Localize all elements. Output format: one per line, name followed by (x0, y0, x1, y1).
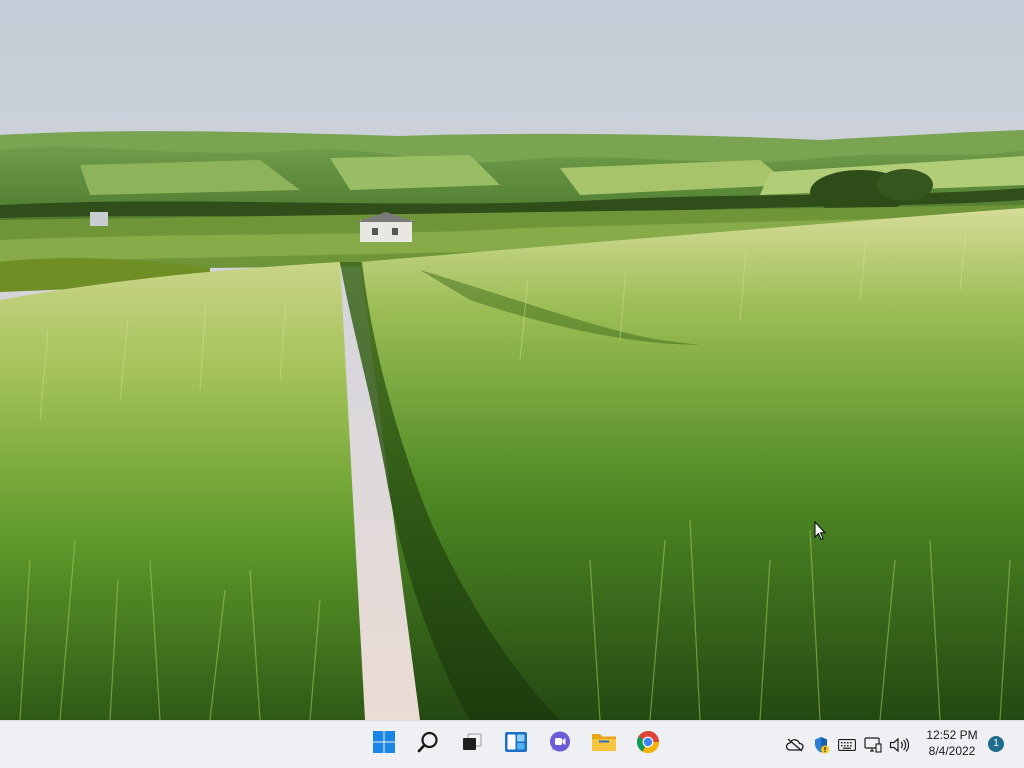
taskbar-pinned-apps (362, 721, 670, 768)
teams-chat-icon (548, 730, 572, 759)
onedrive-offline-icon[interactable] (782, 730, 808, 760)
widgets-button[interactable] (494, 725, 538, 765)
start-button[interactable] (362, 725, 406, 765)
network-icon[interactable] (860, 730, 886, 760)
taskbar: 12:52 PM 8/4/2022 (0, 720, 1024, 768)
widgets-icon (504, 731, 528, 758)
mouse-pointer-icon (814, 521, 826, 541)
volume-icon[interactable] (886, 730, 912, 760)
windows-logo-icon (373, 731, 395, 758)
keyboard-icon[interactable] (834, 730, 860, 760)
security-warning-icon[interactable] (808, 730, 834, 760)
task-view-icon (461, 731, 483, 758)
chat-button[interactable] (538, 725, 582, 765)
clock-date: 8/4/2022 (928, 744, 976, 758)
chrome-button[interactable] (626, 725, 670, 765)
folder-icon (591, 731, 617, 758)
search-icon (417, 731, 439, 758)
search-button[interactable] (406, 725, 450, 765)
chrome-icon (636, 730, 660, 759)
wallpaper-image (0, 0, 1024, 720)
desktop-wallpaper (0, 0, 1024, 720)
notification-badge[interactable]: 1 (988, 736, 1004, 752)
task-view-button[interactable] (450, 725, 494, 765)
file-explorer-button[interactable] (582, 725, 626, 765)
clock[interactable]: 12:52 PM 8/4/2022 (918, 727, 986, 759)
system-tray (782, 721, 912, 768)
clock-time: 12:52 PM (926, 728, 978, 742)
